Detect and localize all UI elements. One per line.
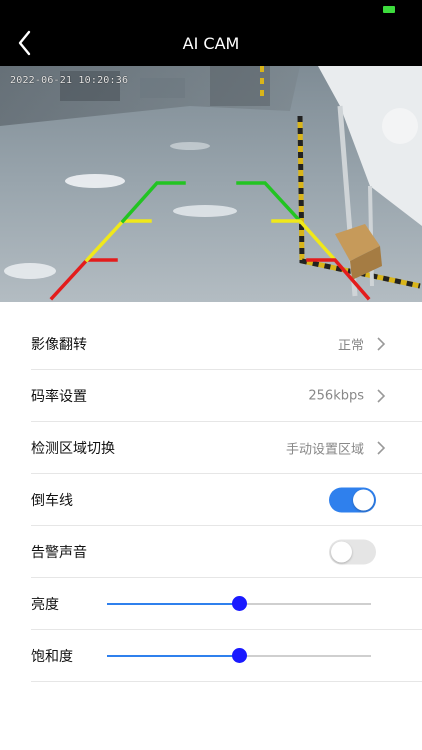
bitrate-row[interactable]: 码率设置 256kbps — [31, 370, 422, 422]
saturation-slider[interactable] — [107, 647, 371, 663]
image-flip-label: 影像翻转 — [31, 336, 87, 353]
detection-area-row[interactable]: 检测区域切换 手动设置区域 — [31, 422, 422, 474]
reversing-line-row: 倒车线 — [31, 474, 422, 526]
battery-icon — [383, 6, 395, 13]
alarm-sound-label: 告警声音 — [31, 544, 87, 561]
image-flip-value: 正常 — [337, 338, 364, 353]
detection-area-label: 检测区域切换 — [31, 440, 115, 457]
slider-thumb[interactable] — [232, 595, 247, 611]
chevron-right-icon — [377, 440, 386, 455]
camera-preview: 2022-06-21 10:20:36 — [0, 66, 422, 302]
toggle-knob — [331, 541, 352, 562]
brightness-row: 亮度 — [31, 578, 422, 630]
bitrate-label: 码率设置 — [31, 388, 87, 405]
chevron-right-icon — [377, 388, 386, 403]
saturation-row: 饱和度 — [31, 630, 422, 682]
brightness-slider[interactable] — [107, 595, 371, 611]
camera-feed-image — [0, 66, 422, 302]
slider-thumb[interactable] — [232, 647, 247, 663]
settings-list: 影像翻转 正常 码率设置 256kbps 检测区域切换 手动设置区域 倒车线 告… — [0, 318, 422, 682]
chevron-right-icon — [377, 336, 386, 351]
slider-fill — [107, 654, 239, 657]
slider-fill — [107, 602, 239, 605]
top-navigation-bar: AI CAM — [0, 0, 422, 66]
image-flip-row[interactable]: 影像翻转 正常 — [31, 318, 422, 370]
camera-timestamp: 2022-06-21 10:20:36 — [10, 75, 129, 86]
saturation-label: 饱和度 — [31, 648, 73, 665]
page-title: AI CAM — [182, 34, 240, 53]
reversing-line-toggle[interactable] — [329, 487, 376, 512]
alarm-sound-row: 告警声音 — [31, 526, 422, 578]
toggle-knob — [353, 489, 374, 510]
alarm-sound-toggle[interactable] — [329, 539, 376, 564]
brightness-label: 亮度 — [31, 596, 59, 613]
reversing-line-label: 倒车线 — [31, 492, 73, 509]
detection-area-value: 手动设置区域 — [285, 442, 364, 457]
bitrate-value: 256kbps — [308, 388, 364, 403]
